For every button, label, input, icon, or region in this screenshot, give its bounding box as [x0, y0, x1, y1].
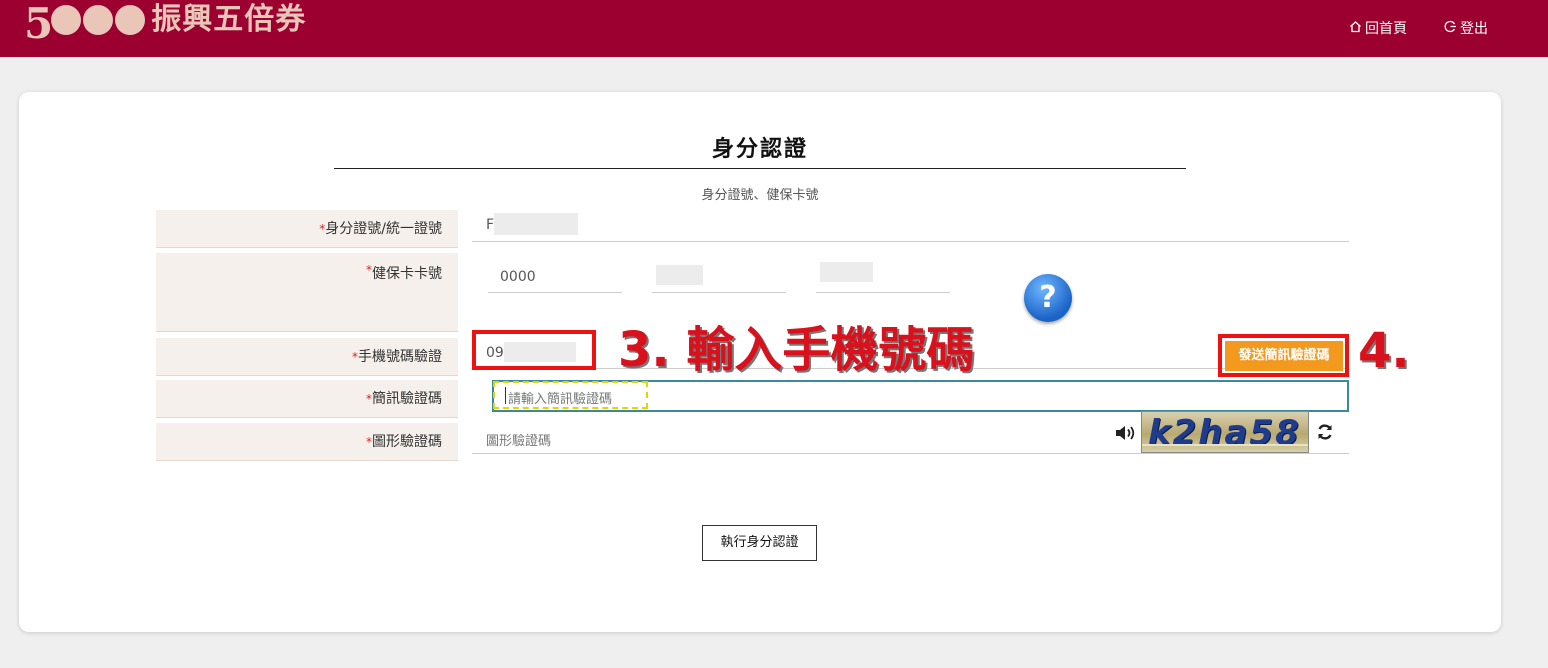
- id-value[interactable]: F: [486, 217, 494, 233]
- logo-text: 振興五倍券: [151, 2, 307, 37]
- text-caret: [505, 387, 506, 404]
- id-label-text: 身分證號/統一證號: [325, 221, 442, 237]
- captcha-input[interactable]: 圖形驗證碼: [486, 430, 551, 449]
- id-label: *身分證號/統一證號: [156, 210, 458, 248]
- submit-button[interactable]: 執行身分認證: [702, 525, 817, 561]
- logo-circle: [115, 5, 146, 35]
- phone-label: *手機號碼驗證: [156, 338, 458, 376]
- home-link[interactable]: 回首頁: [1349, 18, 1407, 38]
- captcha-label: *圖形驗證碼: [156, 423, 458, 461]
- send-sms-highlight-box: [1218, 334, 1349, 377]
- sms-label: *簡訊驗證碼: [156, 380, 458, 418]
- step4-annotation: 4.: [1358, 323, 1410, 379]
- captcha-label-text: 圖形驗證碼: [372, 434, 442, 450]
- page-title: 身分認證: [711, 137, 808, 162]
- captcha-image-text: k2ha58: [1148, 413, 1301, 453]
- logout-link-label: 登出: [1460, 21, 1488, 37]
- nhi-part-2-redacted[interactable]: [656, 265, 703, 285]
- home-link-label: 回首頁: [1365, 21, 1407, 37]
- nhi-part-1-underline: [488, 292, 622, 293]
- refresh-icon[interactable]: [1316, 423, 1334, 445]
- logo-circle: [51, 5, 82, 35]
- captcha-image: k2ha58: [1141, 411, 1309, 453]
- id-field-underline: [472, 241, 1349, 242]
- help-icon[interactable]: ?: [1024, 274, 1072, 322]
- captcha-field-underline: [472, 453, 1349, 454]
- step3-annotation: 3. 輸入手機號碼: [618, 322, 975, 378]
- sms-placeholder: 請輸入簡訊驗證碼: [508, 392, 613, 407]
- logo-circle: [83, 5, 114, 35]
- logo-mark: 5: [24, 0, 146, 45]
- logout-icon: [1444, 20, 1457, 37]
- logout-link[interactable]: 登出: [1444, 18, 1488, 38]
- help-glyph: ?: [1039, 280, 1057, 315]
- phone-label-text: 手機號碼驗證: [358, 349, 442, 365]
- nhi-part-1[interactable]: 0000: [500, 269, 536, 285]
- nhi-part-2-underline: [652, 292, 786, 293]
- nhi-part-3-redacted[interactable]: [820, 262, 873, 282]
- nhi-part-3-underline: [816, 292, 950, 293]
- nhi-label-text: 健保卡卡號: [372, 266, 442, 282]
- home-icon: [1349, 20, 1362, 37]
- logo-number: 5: [24, 0, 54, 48]
- speaker-icon[interactable]: [1115, 425, 1137, 445]
- captcha-noise: [1142, 444, 1308, 446]
- top-bar: 5 振興五倍券 回首頁 登出: [0, 0, 1548, 57]
- title-divider: [334, 168, 1186, 169]
- page-subtitle: 身分證號、健保卡號: [701, 188, 819, 203]
- redaction: [494, 213, 578, 235]
- phone-highlight-box: [472, 330, 596, 370]
- nhi-label: *健保卡卡號: [156, 253, 458, 332]
- logo[interactable]: 5 振興五倍券: [24, 0, 306, 57]
- sms-label-text: 簡訊驗證碼: [372, 391, 442, 407]
